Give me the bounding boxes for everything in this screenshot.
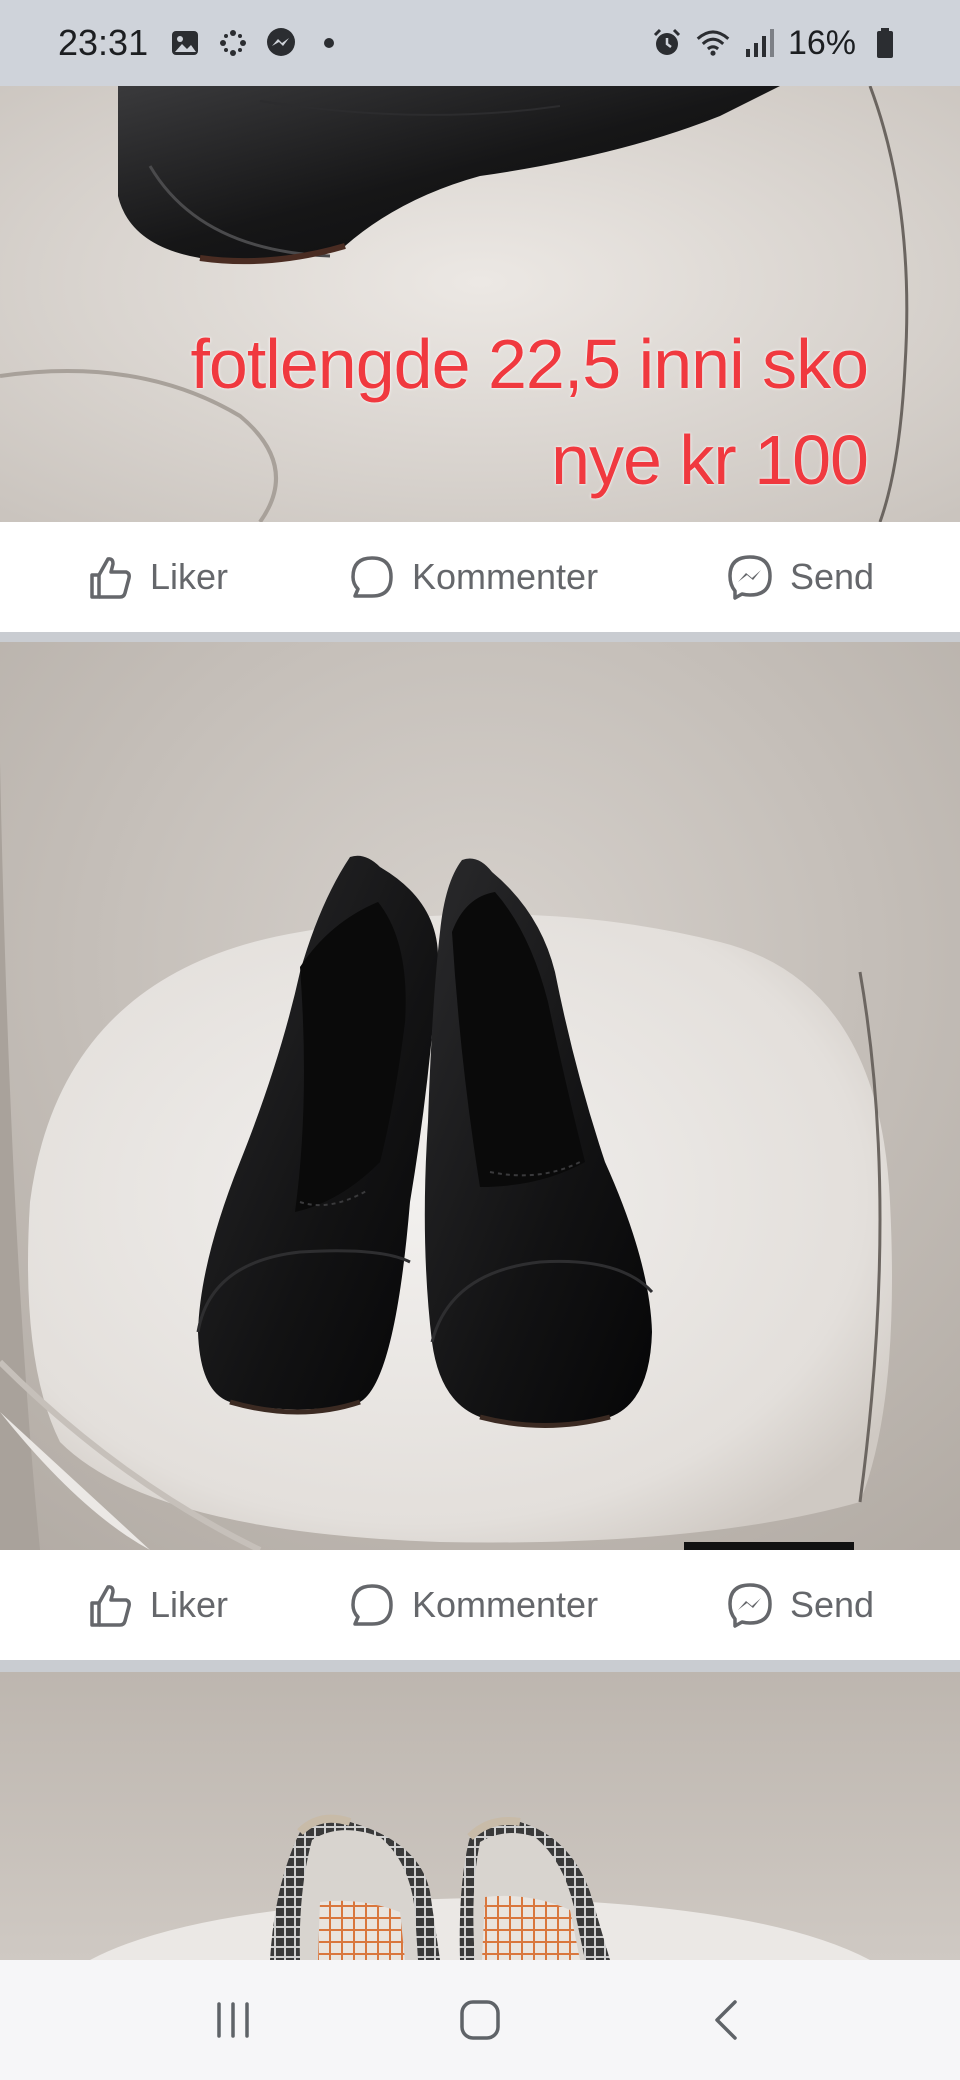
thumbs-up-icon xyxy=(84,1579,136,1631)
messenger-icon xyxy=(724,1579,776,1631)
battery-percentage: 16% xyxy=(787,23,856,62)
status-bar: 23:31 16% xyxy=(0,0,960,86)
battery-icon xyxy=(868,26,902,60)
back-icon[interactable] xyxy=(687,1980,767,2060)
post-action-bar: Liker Kommenter Send xyxy=(0,522,960,632)
overlay-caption-line-1: fotlengde 22,5 inni sko xyxy=(190,325,869,403)
send-label: Send xyxy=(790,556,875,597)
system-navigation-bar xyxy=(0,1960,960,2080)
signal-icon xyxy=(742,26,776,60)
post-action-bar: Liker Kommenter Send xyxy=(0,1550,960,1660)
status-notification-icons xyxy=(168,26,346,60)
messenger-icon xyxy=(264,26,298,60)
wifi-icon xyxy=(696,26,730,60)
post-separator xyxy=(0,632,960,642)
like-label: Liker xyxy=(150,556,229,597)
gallery-icon xyxy=(168,26,202,60)
post-photo-shoe-closeup[interactable]: fotlengde 22,5 inni sko nye kr 100 xyxy=(0,86,960,522)
status-system-icons: 16% xyxy=(650,24,902,63)
comment-button[interactable]: Kommenter xyxy=(346,522,598,632)
overlay-caption-line-2: nye kr 100 xyxy=(551,421,869,499)
comment-bubble-icon xyxy=(346,1579,398,1631)
status-time: 23:31 xyxy=(58,22,149,63)
comment-button[interactable]: Kommenter xyxy=(346,1550,598,1660)
screen: 23:31 16% fotlengde 22,5 inni sko nye kr… xyxy=(0,0,960,2080)
messenger-icon xyxy=(724,551,776,603)
post-separator xyxy=(0,1660,960,1672)
like-button[interactable]: Liker xyxy=(84,1550,228,1660)
dots-icon xyxy=(216,26,250,60)
alarm-icon xyxy=(650,26,684,60)
thumbs-up-icon xyxy=(84,551,136,603)
comment-label: Kommenter xyxy=(412,1584,599,1625)
dot-icon xyxy=(312,26,346,60)
comment-label: Kommenter xyxy=(412,556,599,597)
comment-bubble-icon xyxy=(346,551,398,603)
send-button[interactable]: Send xyxy=(724,1550,874,1660)
send-button[interactable]: Send xyxy=(724,522,874,632)
like-label: Liker xyxy=(150,1584,229,1625)
recent-apps-icon[interactable] xyxy=(193,1980,273,2060)
post-photo-patterned-shoes[interactable] xyxy=(0,1672,960,1960)
post-photo-pair-of-shoes[interactable] xyxy=(0,642,960,1550)
home-icon[interactable] xyxy=(440,1980,520,2060)
send-label: Send xyxy=(790,1584,875,1625)
like-button[interactable]: Liker xyxy=(84,522,228,632)
